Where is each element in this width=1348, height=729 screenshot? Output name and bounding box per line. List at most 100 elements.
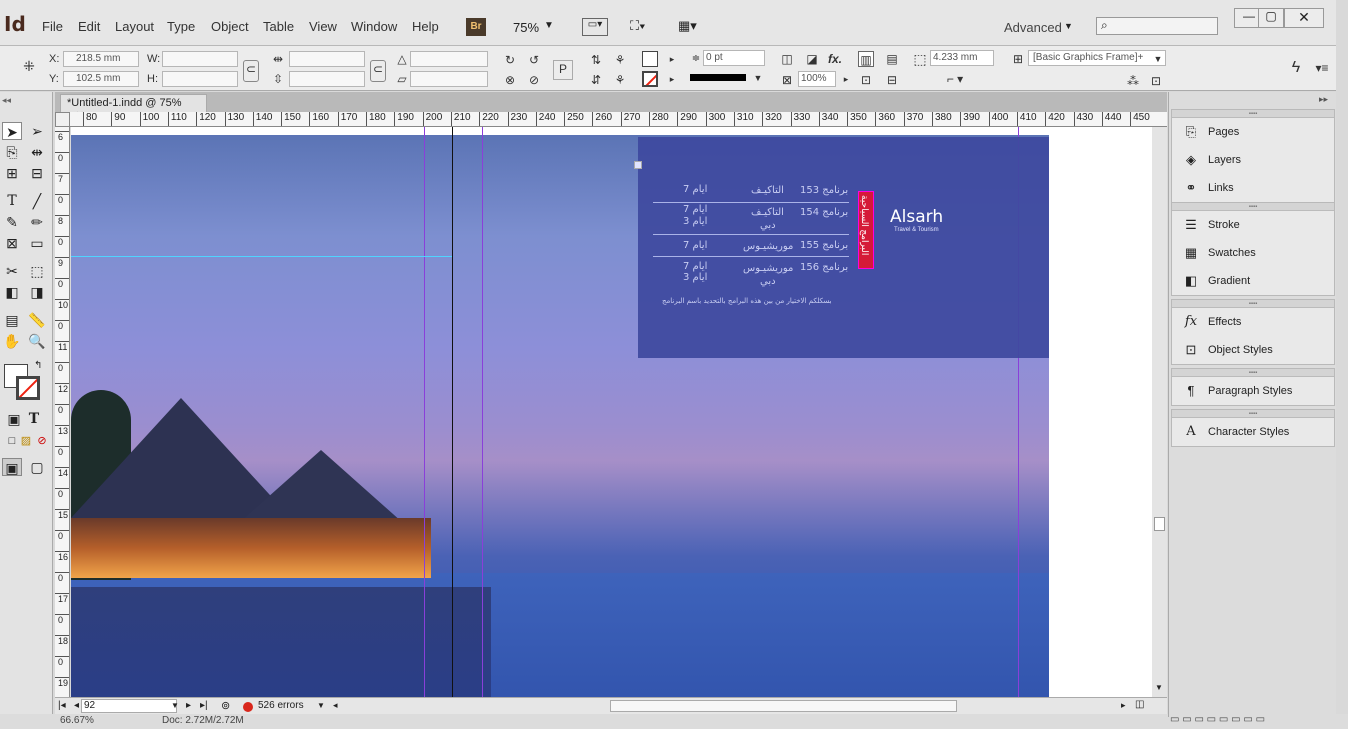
opacity-field[interactable]: 100% — [798, 71, 836, 87]
panel-menu-icon[interactable]: ▾≡ — [1314, 60, 1330, 76]
page-number-field[interactable]: 92 — [81, 699, 177, 713]
vertical-scrollbar[interactable]: ▼ — [1152, 127, 1167, 697]
panel-layers[interactable]: ◈ Layers — [1172, 146, 1334, 174]
panel-gradient[interactable]: ◧ Gradient — [1172, 267, 1334, 295]
line-tool-icon[interactable]: ╱ — [27, 192, 47, 210]
margin-guide[interactable] — [482, 127, 483, 697]
preflight-chevron-icon[interactable]: ▼ — [317, 701, 325, 710]
previous-page-icon[interactable]: ◂ — [74, 700, 79, 711]
pen-tool-icon[interactable]: ✎ — [2, 213, 22, 231]
info-box[interactable]: Alsarh Travel & Tourism البرامج السياحية… — [634, 137, 1049, 358]
scroll-thumb[interactable] — [1154, 517, 1165, 531]
gradient-swatch-tool-icon[interactable]: ◧ — [2, 283, 22, 301]
panel-swatches[interactable]: ▦ Swatches — [1172, 239, 1334, 267]
select-content-icon[interactable]: ⊘ — [526, 72, 542, 88]
formatting-text-icon[interactable]: T — [24, 410, 44, 428]
next-page-icon[interactable]: ▸ — [186, 700, 191, 711]
stroke-color-swatch[interactable] — [16, 376, 40, 400]
gradient-feather-tool-icon[interactable]: ◨ — [27, 283, 47, 301]
align-stroke-center-icon[interactable]: ▥ — [858, 51, 874, 67]
menu-file[interactable]: File — [42, 19, 63, 34]
panel-grip[interactable]: ▪▪▪▪ — [1172, 369, 1334, 377]
margin-guide[interactable] — [424, 127, 425, 697]
menu-help[interactable]: Help — [412, 19, 439, 34]
stroke-swatch[interactable] — [642, 71, 658, 87]
normal-view-icon[interactable]: ▣ — [2, 458, 22, 476]
gap-tool-icon[interactable]: ⇹ — [27, 143, 47, 161]
maximize-button[interactable]: ▢ — [1258, 8, 1284, 28]
content-collector-icon[interactable]: ⊞ — [2, 164, 22, 182]
fill-chevron-icon[interactable]: ▸ — [664, 51, 680, 67]
panel-object-styles[interactable]: ⊡ Object Styles — [1172, 336, 1334, 364]
menu-object[interactable]: Object — [211, 19, 249, 34]
document-canvas[interactable]: Alsarh Travel & Tourism البرامج السياحية… — [71, 127, 1167, 697]
panel-grip[interactable]: ▪▪▪▪ — [1172, 300, 1334, 308]
corner-shape-select[interactable]: ⌐ ▾ — [935, 71, 975, 87]
workspace-chevron-icon[interactable]: ▼ — [1064, 21, 1073, 31]
fill-swatch[interactable] — [642, 51, 658, 67]
select-next-icon[interactable]: ⚘ — [612, 72, 628, 88]
panel-grip[interactable]: ▪▪▪▪ — [1172, 110, 1334, 118]
scale-y-field[interactable] — [289, 71, 365, 87]
direct-selection-tool-icon[interactable]: ➢ — [27, 122, 47, 140]
screen-mode-icon[interactable]: ⛶▾ — [630, 18, 656, 36]
ruler-guide[interactable] — [71, 256, 452, 257]
object-style-select[interactable]: [Basic Graphics Frame]+ — [1028, 50, 1166, 66]
constrain-proportions-icon[interactable]: ⊂ — [243, 60, 259, 82]
width-field[interactable] — [162, 51, 238, 67]
rotate-field[interactable] — [410, 51, 488, 67]
clear-overrides-icon[interactable]: ⁂ — [1125, 73, 1141, 89]
close-window-button[interactable]: ✕ — [1284, 8, 1324, 28]
note-tool-icon[interactable]: ▤ — [2, 311, 22, 329]
open-page-icon[interactable]: ⊚ — [221, 699, 230, 712]
horizontal-ruler[interactable]: 80 90 100 110 120 130 140 150 160 170 180 190 200 210… — [55, 112, 1167, 127]
text-wrap-icon[interactable]: ◫ — [779, 51, 795, 67]
zoom-level[interactable]: 75% — [513, 20, 539, 35]
preflight-errors[interactable]: 526 errors — [258, 700, 304, 711]
select-previous-icon[interactable]: ⚘ — [612, 52, 628, 68]
drop-shadow-icon[interactable]: ◪ — [804, 51, 820, 67]
horizontal-scroll-thumb[interactable] — [610, 700, 957, 712]
object-style-chevron-icon[interactable]: ▼ — [1150, 51, 1166, 67]
panel-paragraph-styles[interactable]: ¶ Paragraph Styles — [1172, 377, 1334, 405]
page-tool-icon[interactable]: ⎘ — [2, 143, 22, 161]
rectangle-tool-icon[interactable]: ▭ — [27, 234, 47, 252]
height-field[interactable] — [162, 71, 238, 87]
constrain-scale-icon[interactable]: ⊂ — [370, 60, 386, 82]
last-page-icon[interactable]: ▸| — [200, 700, 208, 711]
panel-links[interactable]: ⚭ Links — [1172, 174, 1334, 202]
scroll-left-icon[interactable]: ◂ — [333, 700, 338, 711]
lightning-icon[interactable]: ϟ — [1288, 60, 1304, 76]
flip-horizontal-icon[interactable]: ⇅ — [588, 52, 604, 68]
first-page-icon[interactable]: |◂ — [58, 700, 66, 711]
x-field[interactable]: 218.5 mm — [63, 51, 139, 67]
reference-point-icon[interactable]: ⁜ — [18, 58, 40, 80]
vertical-ruler[interactable]: 60708090100110120130140150160170180190 — [55, 127, 70, 697]
stroke-chevron-icon[interactable]: ▸ — [664, 71, 680, 87]
error-indicator-icon[interactable] — [243, 702, 253, 712]
formatting-container-icon[interactable]: ▣ — [4, 410, 24, 428]
workspace-switcher[interactable]: Advanced — [1004, 20, 1062, 35]
corner-size-field[interactable]: 4.233 mm — [930, 50, 994, 66]
align-stroke-outside-icon[interactable]: ▤ — [884, 51, 900, 67]
select-container-icon[interactable]: ⊗ — [502, 72, 518, 88]
swap-fill-stroke-icon[interactable]: ↰ — [34, 360, 42, 371]
dock-expand-icon[interactable]: ▸▸ — [1319, 94, 1328, 105]
measure-tool-icon[interactable]: 📏 — [27, 311, 47, 329]
hand-tool-icon[interactable]: ✋ — [2, 332, 22, 350]
menu-table[interactable]: Table — [263, 19, 294, 34]
pencil-tool-icon[interactable]: ✏ — [27, 213, 47, 231]
content-fitting-icon[interactable]: P — [553, 60, 573, 80]
new-style-icon[interactable]: ⊡ — [1148, 73, 1164, 89]
split-view-icon[interactable]: ◫ — [1135, 699, 1144, 710]
panel-character-styles[interactable]: A Character Styles — [1172, 418, 1334, 446]
content-placer-icon[interactable]: ⊟ — [27, 164, 47, 182]
stroke-type-preview[interactable] — [690, 74, 746, 81]
menu-layout[interactable]: Layout — [115, 19, 154, 34]
opacity-chevron-icon[interactable]: ▸ — [838, 71, 854, 87]
frame-fitting2-icon[interactable]: ⊟ — [884, 72, 900, 88]
search-input[interactable]: ⌕ — [1096, 17, 1218, 35]
frame-fitting-icon[interactable]: ⊡ — [858, 72, 874, 88]
selection-tool-icon[interactable]: ➤ — [2, 122, 22, 140]
apply-none-icon[interactable]: ⊘ — [32, 432, 52, 450]
